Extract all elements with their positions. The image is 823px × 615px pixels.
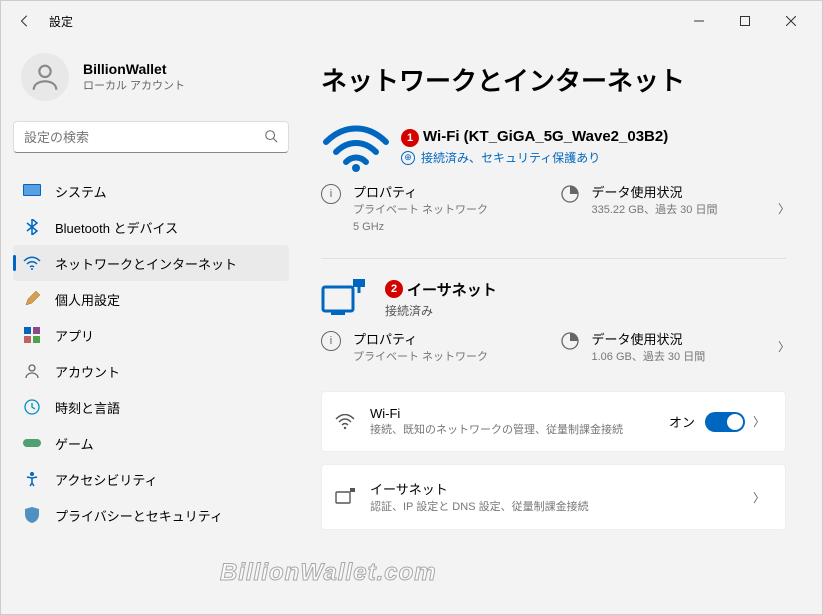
ethernet-settings-card[interactable]: イーサネット 認証、IP 設定と DNS 設定、従量制課金接続 〉	[321, 464, 786, 529]
usage-sub: 1.06 GB、過去 30 日間	[592, 350, 706, 365]
nav-privacy[interactable]: プライバシーとセキュリティ	[13, 497, 289, 533]
nav-gaming[interactable]: ゲーム	[13, 425, 289, 461]
prop-sub: プライベート ネットワーク	[353, 203, 488, 218]
search-box[interactable]	[13, 121, 289, 153]
prop-sub: プライベート ネットワーク	[353, 350, 488, 365]
sidebar: BillionWallet ローカル アカウント システム Bluetooth …	[1, 41, 301, 614]
wifi-header: 1Wi-Fi (KT_GiGA_5G_Wave2_03B2) ⊕接続済み、セキュ…	[321, 122, 798, 172]
wifi-big-icon	[321, 122, 391, 172]
content: BillionWallet ローカル アカウント システム Bluetooth …	[1, 41, 822, 614]
wifi-properties-row: i プロパティ プライベート ネットワーク 5 GHz データ使用状況 335.…	[321, 182, 798, 250]
paint-icon	[23, 290, 41, 308]
nav-apps[interactable]: アプリ	[13, 317, 289, 353]
info-icon: i	[321, 331, 341, 351]
card-sub: 接続、既知のネットワークの管理、従量制課金接続	[370, 423, 623, 437]
user-name: BillionWallet	[83, 61, 185, 77]
wifi-toggle-wrap: オン 〉	[669, 412, 773, 432]
nav-accessibility[interactable]: アクセシビリティ	[13, 461, 289, 497]
chevron-right-icon: 〉	[745, 489, 773, 506]
main-panel: ネットワークとインターネット 1Wi-Fi (KT_GiGA_5G_Wave2_…	[301, 41, 822, 614]
apps-icon	[23, 326, 41, 344]
nav-bluetooth[interactable]: Bluetooth とデバイス	[13, 209, 289, 245]
wifi-toggle-card[interactable]: Wi-Fi 接続、既知のネットワークの管理、従量制課金接続 オン 〉	[321, 391, 786, 452]
user-account-type: ローカル アカウント	[83, 77, 185, 93]
nav-time-language[interactable]: 時刻と言語	[13, 389, 289, 425]
nav-label: プライバシーとセキュリティ	[55, 506, 223, 525]
user-profile[interactable]: BillionWallet ローカル アカウント	[13, 41, 289, 121]
nav-personalization[interactable]: 個人用設定	[13, 281, 289, 317]
chevron-right-icon: 〉	[770, 200, 798, 217]
gaming-icon	[23, 434, 41, 452]
settings-window: 設定 BillionWallet ローカル アカウント	[0, 0, 823, 615]
nav-label: ゲーム	[55, 434, 94, 453]
wifi-icon	[23, 254, 41, 272]
wifi-network-title: 1Wi-Fi (KT_GiGA_5G_Wave2_03B2)	[401, 128, 668, 147]
window-controls	[676, 5, 814, 37]
avatar-icon	[21, 53, 69, 101]
shield-icon	[23, 506, 41, 524]
globe-icon: ⊕	[401, 151, 415, 165]
wifi-icon	[334, 411, 356, 433]
maximize-button[interactable]	[722, 5, 768, 37]
usage-sub: 335.22 GB、過去 30 日間	[592, 203, 718, 218]
ethernet-small-icon	[334, 486, 356, 508]
nav-network[interactable]: ネットワークとインターネット	[13, 245, 289, 281]
prop-title: プロパティ	[353, 329, 488, 348]
toggle-state-label: オン	[669, 412, 695, 431]
prop-sub2: 5 GHz	[353, 220, 488, 235]
nav-label: アプリ	[55, 326, 94, 345]
usage-icon	[560, 331, 580, 351]
usage-title: データ使用状況	[592, 182, 718, 201]
ethernet-title: 2イーサネット	[385, 279, 497, 300]
bluetooth-icon	[23, 218, 41, 236]
search-icon	[264, 129, 278, 146]
nav-accounts[interactable]: アカウント	[13, 353, 289, 389]
eth-usage-link[interactable]: データ使用状況 1.06 GB、過去 30 日間 〉	[560, 329, 799, 365]
account-icon	[23, 362, 41, 380]
wifi-usage-link[interactable]: データ使用状況 335.22 GB、過去 30 日間 〉	[560, 182, 799, 236]
wifi-properties-link[interactable]: i プロパティ プライベート ネットワーク 5 GHz	[321, 182, 560, 236]
ethernet-icon	[321, 279, 369, 319]
close-button[interactable]	[768, 5, 814, 37]
prop-title: プロパティ	[353, 182, 488, 201]
search-input[interactable]	[24, 130, 264, 145]
wifi-toggle[interactable]	[705, 412, 745, 432]
ethernet-status: 接続済み	[385, 302, 497, 319]
nav-label: 個人用設定	[55, 290, 120, 309]
nav-list: システム Bluetooth とデバイス ネットワークとインターネット 個人用設…	[13, 173, 289, 533]
eth-properties-link[interactable]: i プロパティ プライベート ネットワーク	[321, 329, 560, 365]
info-icon: i	[321, 184, 341, 204]
chevron-right-icon: 〉	[745, 413, 773, 430]
app-title: 設定	[49, 13, 73, 30]
nav-label: Bluetooth とデバイス	[55, 218, 178, 237]
accessibility-icon	[23, 470, 41, 488]
chevron-right-icon: 〉	[770, 338, 798, 355]
ethernet-header: 2イーサネット 接続済み	[321, 279, 798, 319]
divider	[321, 258, 786, 259]
nav-label: 時刻と言語	[55, 398, 120, 417]
minimize-button[interactable]	[676, 5, 722, 37]
clock-icon	[23, 398, 41, 416]
eth-properties-row: i プロパティ プライベート ネットワーク データ使用状況 1.06 GB、過去…	[321, 329, 798, 379]
wifi-status: ⊕接続済み、セキュリティ保護あり	[401, 149, 668, 166]
page-title: ネットワークとインターネット	[321, 61, 798, 98]
display-icon	[23, 182, 41, 200]
card-sub: 認証、IP 設定と DNS 設定、従量制課金接続	[370, 500, 589, 514]
card-title: イーサネット	[370, 479, 589, 498]
titlebar: 設定	[1, 1, 822, 41]
usage-icon	[560, 184, 580, 204]
nav-system[interactable]: システム	[13, 173, 289, 209]
back-button[interactable]	[9, 5, 41, 37]
annotation-badge-1: 1	[401, 129, 419, 147]
nav-label: ネットワークとインターネット	[55, 254, 237, 273]
nav-label: アクセシビリティ	[55, 470, 158, 489]
annotation-badge-2: 2	[385, 280, 403, 298]
nav-label: システム	[55, 182, 107, 201]
card-title: Wi-Fi	[370, 406, 623, 421]
nav-label: アカウント	[55, 362, 120, 381]
usage-title: データ使用状況	[592, 329, 706, 348]
